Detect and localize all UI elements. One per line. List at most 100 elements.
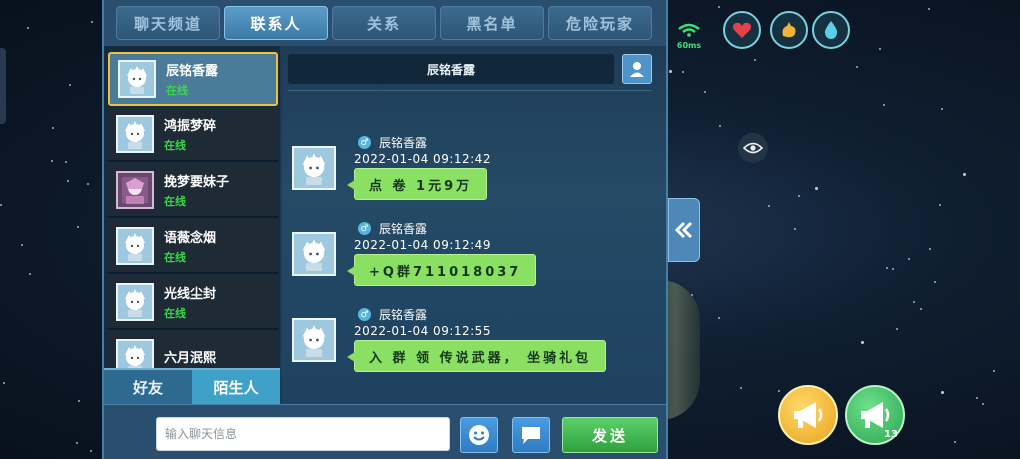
view-toggle-button[interactable] bbox=[738, 133, 768, 163]
star bbox=[993, 370, 995, 372]
contact-status: 在线 bbox=[164, 139, 186, 152]
avatar bbox=[292, 232, 336, 276]
star bbox=[78, 400, 80, 402]
star bbox=[954, 441, 956, 443]
contact-item[interactable]: 辰铭香露 在线 bbox=[108, 52, 278, 106]
ping-value: 60ms bbox=[676, 41, 702, 50]
star bbox=[69, 84, 71, 86]
message-bubble: +Q群711018037 bbox=[346, 254, 537, 286]
star bbox=[886, 267, 888, 269]
quick-chat-button[interactable] bbox=[512, 417, 550, 453]
heart-icon bbox=[732, 22, 752, 38]
side-edge-handle bbox=[0, 48, 6, 124]
star bbox=[976, 397, 978, 399]
announcement-button[interactable] bbox=[778, 385, 838, 445]
message-time: 2022-01-04 09:12:42 bbox=[354, 152, 491, 166]
double-chevron-left-icon bbox=[674, 221, 693, 239]
tab-chat-channel[interactable]: 聊天频道 bbox=[116, 6, 220, 40]
male-icon: ♂ bbox=[358, 136, 371, 149]
star bbox=[794, 228, 796, 230]
message-time: 2022-01-04 09:12:55 bbox=[354, 324, 491, 338]
network-signal: 60ms bbox=[674, 22, 704, 50]
star bbox=[982, 403, 984, 405]
chat-input[interactable] bbox=[156, 417, 450, 451]
star bbox=[0, 204, 2, 206]
star bbox=[934, 281, 936, 283]
star bbox=[883, 104, 885, 106]
star bbox=[90, 450, 92, 452]
star bbox=[928, 8, 930, 10]
profile-button[interactable] bbox=[622, 54, 652, 84]
star bbox=[76, 442, 78, 444]
star bbox=[815, 187, 818, 190]
star bbox=[27, 27, 29, 29]
star bbox=[892, 268, 894, 270]
contact-item[interactable]: 鸿振梦碎 在线 bbox=[108, 108, 278, 162]
filter-strangers-tab[interactable]: 陌生人 bbox=[192, 368, 280, 404]
avatar bbox=[116, 283, 154, 321]
contact-item[interactable]: 语薇念烟 在线 bbox=[108, 220, 278, 274]
contact-list[interactable]: 辰铭香露 在线 鸿振梦碎 在线 挽梦要妹子 在线 语薇念烟 在线 光线尘封 在线 六月泯熙 bbox=[104, 46, 280, 368]
eye-icon bbox=[743, 142, 763, 154]
male-icon: ♂ bbox=[358, 222, 371, 235]
contact-name: 鸿振梦碎 bbox=[164, 119, 217, 134]
thirst-indicator[interactable] bbox=[812, 11, 850, 49]
star bbox=[682, 71, 684, 73]
water-drop-icon bbox=[824, 21, 838, 39]
divider bbox=[288, 90, 652, 91]
collapse-panel-button[interactable] bbox=[668, 198, 700, 262]
star bbox=[3, 382, 5, 384]
avatar bbox=[116, 227, 154, 265]
tab-dangerous-players[interactable]: 危险玩家 bbox=[548, 6, 652, 40]
user-icon bbox=[630, 62, 644, 77]
star bbox=[929, 248, 931, 250]
star bbox=[754, 59, 756, 61]
broadcast-count: 13 bbox=[884, 429, 898, 440]
chat-area: 辰铭香露 ♂ 辰铭香露 2022-01-04 09:12:42 点 卷 1元9万 … bbox=[282, 46, 666, 404]
contact-name: 挽梦要妹子 bbox=[164, 175, 230, 190]
star bbox=[740, 387, 742, 389]
message-bubble: 入 群 领 传说武器， 坐骑礼包 bbox=[346, 340, 607, 372]
star bbox=[65, 161, 67, 163]
megaphone-icon bbox=[861, 402, 890, 428]
health-indicator[interactable] bbox=[723, 11, 761, 49]
message-sender: 辰铭香露 bbox=[379, 222, 428, 236]
star bbox=[913, 301, 915, 303]
message-bubble: 点 卷 1元9万 bbox=[346, 168, 488, 200]
avatar bbox=[292, 146, 336, 190]
stamina-icon bbox=[782, 22, 796, 38]
contact-item[interactable]: 六月泯熙 bbox=[108, 332, 278, 368]
star bbox=[91, 21, 93, 23]
emoji-button[interactable] bbox=[460, 417, 498, 453]
wifi-icon bbox=[678, 23, 700, 37]
star bbox=[941, 391, 944, 394]
star bbox=[908, 258, 910, 260]
avatar bbox=[292, 318, 336, 362]
contact-item[interactable]: 光线尘封 在线 bbox=[108, 276, 278, 330]
contact-name: 六月泯熙 bbox=[164, 351, 217, 366]
message-sender: 辰铭香露 bbox=[379, 136, 428, 150]
filter-friends-tab[interactable]: 好友 bbox=[104, 368, 192, 404]
star bbox=[718, 6, 720, 8]
contact-status: 在线 bbox=[164, 251, 186, 264]
send-button[interactable]: 发送 bbox=[562, 417, 658, 453]
star bbox=[67, 180, 69, 182]
contact-status: 在线 bbox=[164, 307, 186, 320]
star bbox=[77, 226, 79, 228]
contact-item[interactable]: 挽梦要妹子 在线 bbox=[108, 164, 278, 218]
star bbox=[52, 127, 54, 129]
male-icon: ♂ bbox=[358, 308, 371, 321]
star bbox=[920, 308, 922, 310]
star bbox=[856, 66, 858, 68]
contact-filter-tabs: 好友 陌生人 bbox=[104, 368, 280, 404]
contact-status: 在线 bbox=[164, 195, 186, 208]
tab-contacts[interactable]: 联系人 bbox=[224, 6, 328, 40]
tab-blacklist[interactable]: 黑名单 bbox=[440, 6, 544, 40]
star bbox=[963, 173, 966, 176]
megaphone-icon bbox=[794, 402, 823, 428]
avatar bbox=[116, 171, 154, 209]
star bbox=[768, 205, 770, 207]
stamina-indicator[interactable] bbox=[770, 11, 808, 49]
tab-relations[interactable]: 关系 bbox=[332, 6, 436, 40]
star bbox=[87, 183, 89, 185]
